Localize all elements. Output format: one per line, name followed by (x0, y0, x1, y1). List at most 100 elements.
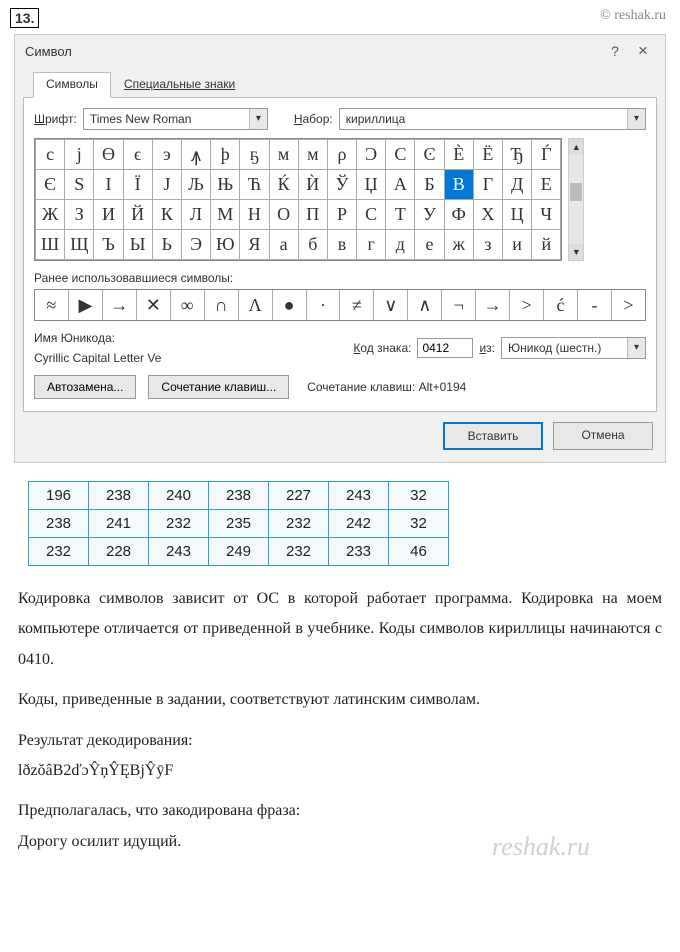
char-cell[interactable]: Ў (327, 170, 356, 200)
char-cell[interactable]: Э (181, 230, 210, 260)
char-cell[interactable]: Џ (357, 170, 386, 200)
char-cell[interactable]: ж (444, 230, 473, 260)
recent-char[interactable]: ć (544, 290, 578, 320)
char-cell[interactable]: с (36, 140, 65, 170)
char-cell[interactable]: Ь (152, 230, 181, 260)
char-cell[interactable]: М (211, 200, 240, 230)
char-cell[interactable]: Ͻ (357, 140, 386, 170)
char-cell[interactable]: Ж (36, 200, 65, 230)
char-cell[interactable]: Ј (152, 170, 181, 200)
from-dropdown[interactable]: Юникод (шестн.) ▾ (501, 337, 646, 359)
char-cell[interactable]: Ы (123, 230, 152, 260)
recent-char[interactable]: ≠ (340, 290, 374, 320)
char-cell[interactable]: Ͼ (415, 140, 444, 170)
char-cell[interactable]: þ (211, 140, 240, 170)
char-cell[interactable]: И (94, 200, 123, 230)
char-cell[interactable]: м (298, 140, 327, 170)
char-cell[interactable]: м (269, 140, 298, 170)
recent-char[interactable]: ∞ (171, 290, 205, 320)
char-cell[interactable]: з (473, 230, 502, 260)
help-button[interactable]: ? (601, 41, 629, 61)
recent-char[interactable]: ● (273, 290, 307, 320)
char-cell[interactable]: ρ (327, 140, 356, 170)
char-cell[interactable]: Ђ (503, 140, 532, 170)
char-cell[interactable]: Њ (211, 170, 240, 200)
char-cell[interactable]: У (415, 200, 444, 230)
tab-symbols[interactable]: Символы (33, 72, 111, 98)
char-cell[interactable]: Ч (532, 200, 561, 230)
char-cell[interactable]: Й (123, 200, 152, 230)
char-cell[interactable]: в (327, 230, 356, 260)
char-cell[interactable]: д (386, 230, 415, 260)
char-cell[interactable]: Ъ (94, 230, 123, 260)
char-cell[interactable]: І (94, 170, 123, 200)
recent-char[interactable]: → (103, 290, 137, 320)
scroll-up-icon[interactable]: ▲ (569, 139, 583, 155)
char-cell[interactable]: Д (503, 170, 532, 200)
char-cell[interactable]: Х (473, 200, 502, 230)
char-cell[interactable]: К (152, 200, 181, 230)
char-cell[interactable]: Л (181, 200, 210, 230)
recent-char[interactable]: ✕ (137, 290, 171, 320)
char-cell[interactable]: Ц (503, 200, 532, 230)
char-cell[interactable]: В (444, 170, 473, 200)
char-cell[interactable]: Г (473, 170, 502, 200)
char-cell[interactable]: Н (240, 200, 269, 230)
char-cell[interactable]: З (65, 200, 94, 230)
char-cell[interactable]: П (298, 200, 327, 230)
recent-char[interactable]: Λ (239, 290, 273, 320)
cancel-button[interactable]: Отмена (553, 422, 653, 450)
recent-char[interactable]: ▶ (69, 290, 103, 320)
scroll-track[interactable] (569, 155, 583, 244)
char-cell[interactable]: Б (415, 170, 444, 200)
char-cell[interactable]: г (357, 230, 386, 260)
char-cell[interactable]: ϵ (123, 140, 152, 170)
recent-char[interactable]: ∧ (408, 290, 442, 320)
recent-char[interactable]: > (510, 290, 544, 320)
char-cell[interactable]: ϴ (94, 140, 123, 170)
insert-button[interactable]: Вставить (443, 422, 543, 450)
char-cell[interactable]: Љ (181, 170, 210, 200)
subset-dropdown[interactable]: кириллица ▾ (339, 108, 646, 130)
char-cell[interactable]: Ѝ (298, 170, 327, 200)
char-cell[interactable]: О (269, 200, 298, 230)
char-cell[interactable]: Ѓ (532, 140, 561, 170)
char-cell[interactable]: Е (532, 170, 561, 200)
char-cell[interactable]: Ϲ (386, 140, 415, 170)
font-dropdown[interactable]: Times New Roman ▾ (83, 108, 268, 130)
char-code-input[interactable] (417, 338, 473, 358)
char-cell[interactable]: Ф (444, 200, 473, 230)
char-cell[interactable]: Ё (473, 140, 502, 170)
recent-char[interactable]: ∩ (205, 290, 239, 320)
scroll-thumb[interactable] (570, 183, 582, 201)
char-cell[interactable]: Щ (65, 230, 94, 260)
char-cell[interactable]: Я (240, 230, 269, 260)
char-cell[interactable]: Ю (211, 230, 240, 260)
char-cell[interactable]: ꙟ (181, 140, 210, 170)
char-cell[interactable]: Р (327, 200, 356, 230)
char-cell[interactable]: ҕ (240, 140, 269, 170)
char-cell[interactable]: а (269, 230, 298, 260)
recent-char[interactable]: ∨ (374, 290, 408, 320)
char-cell[interactable]: Ќ (269, 170, 298, 200)
char-cell[interactable]: Ш (36, 230, 65, 260)
recent-char[interactable]: · (307, 290, 341, 320)
character-grid[interactable]: сјϴϵэꙟþҕммρϽϹϾЀЁЂЃЄЅІЇЈЉЊЋЌЍЎЏАБВГДЕЖЗИЙ… (34, 138, 562, 261)
char-cell[interactable]: Ѕ (65, 170, 94, 200)
autocorrect-button[interactable]: Автозамена... (34, 375, 136, 399)
char-cell[interactable]: Ћ (240, 170, 269, 200)
tab-special[interactable]: Специальные знаки (111, 72, 248, 98)
char-cell[interactable]: А (386, 170, 415, 200)
recent-char[interactable]: ≈ (35, 290, 69, 320)
recent-char[interactable]: - (578, 290, 612, 320)
char-cell[interactable]: й (532, 230, 561, 260)
shortcut-button[interactable]: Сочетание клавиш... (148, 375, 289, 399)
char-cell[interactable]: ј (65, 140, 94, 170)
char-cell[interactable]: Є (36, 170, 65, 200)
char-cell[interactable]: Ї (123, 170, 152, 200)
char-cell[interactable]: С (357, 200, 386, 230)
char-cell[interactable]: Т (386, 200, 415, 230)
scrollbar[interactable]: ▲ ▼ (568, 138, 584, 261)
char-cell[interactable]: е (415, 230, 444, 260)
char-cell[interactable]: Ѐ (444, 140, 473, 170)
